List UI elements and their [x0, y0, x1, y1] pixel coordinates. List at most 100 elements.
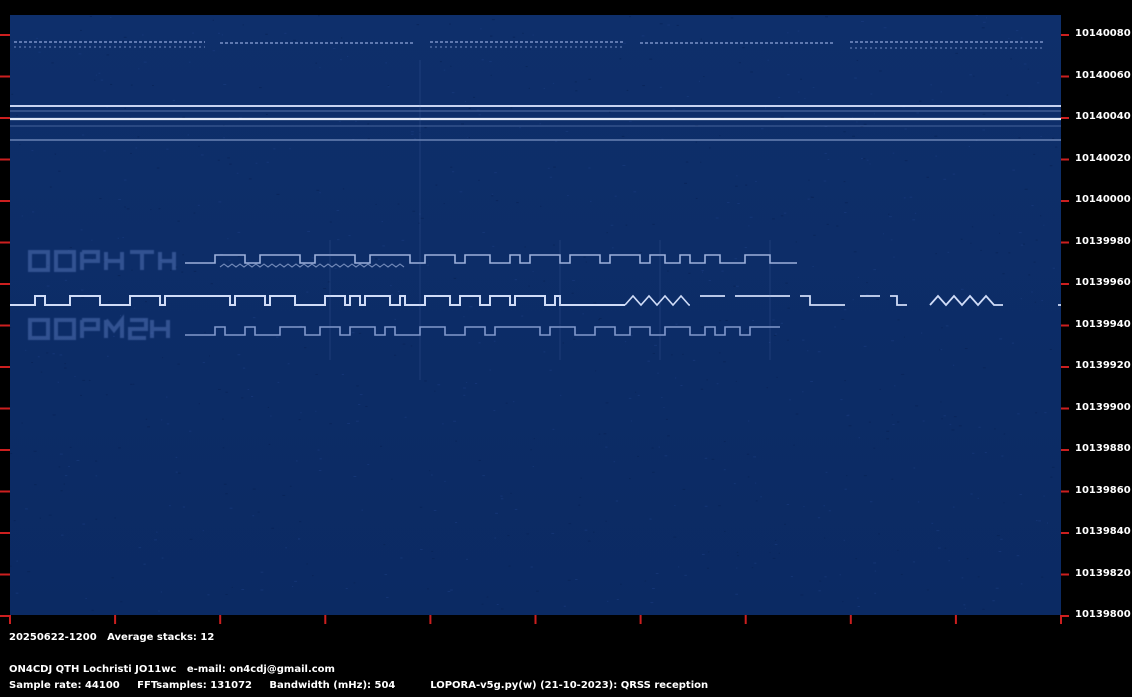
- noise-speckle: [637, 455, 639, 457]
- noise-speckle: [100, 79, 104, 81]
- noise-speckle: [767, 59, 769, 61]
- noise-speckle: [789, 399, 791, 401]
- noise-speckle: [229, 507, 233, 509]
- noise-speckle: [937, 547, 941, 549]
- noise-speckle: [914, 212, 917, 214]
- noise-speckle: [834, 326, 836, 328]
- noise-speckle: [228, 259, 231, 261]
- noise-speckle: [478, 114, 481, 116]
- noise-speckle: [843, 309, 847, 311]
- noise-speckle: [813, 234, 816, 236]
- noise-speckle: [995, 252, 999, 254]
- noise-speckle: [846, 475, 848, 477]
- frequency-tick-label: 10140080: [1075, 28, 1131, 39]
- software-label: LOPORA-v5g.py(w) (21-10-2023): QRSS rece…: [430, 680, 709, 691]
- noise-speckle: [951, 429, 955, 431]
- noise-speckle: [819, 580, 822, 582]
- noise-speckle: [189, 538, 193, 540]
- frequency-tick-label: 10139860: [1075, 484, 1131, 496]
- noise-speckle: [647, 360, 650, 362]
- noise-speckle: [80, 29, 82, 31]
- noise-speckle: [252, 515, 255, 517]
- noise-speckle: [15, 592, 19, 594]
- noise-speckle: [294, 580, 298, 582]
- noise-speckle: [722, 361, 726, 363]
- noise-speckle: [489, 369, 491, 371]
- noise-speckle: [341, 373, 344, 375]
- noise-speckle: [461, 123, 464, 125]
- noise-speckle: [844, 202, 848, 204]
- noise-speckle: [565, 131, 569, 133]
- noise-speckle: [182, 506, 186, 508]
- noise-speckle: [1022, 243, 1025, 245]
- noise-speckle: [818, 590, 821, 592]
- noise-speckle: [420, 217, 424, 219]
- noise-speckle: [431, 550, 434, 552]
- noise-speckle: [1016, 555, 1020, 557]
- noise-speckle: [10, 565, 12, 567]
- noise-speckle: [111, 577, 114, 579]
- noise-speckle: [361, 509, 363, 511]
- noise-speckle: [1050, 476, 1053, 478]
- noise-speckle: [999, 232, 1001, 234]
- noise-speckle: [912, 561, 916, 563]
- noise-speckle: [854, 77, 857, 79]
- noise-speckle: [952, 173, 956, 175]
- noise-speckle: [755, 482, 757, 484]
- noise-speckle: [1031, 291, 1033, 293]
- noise-speckle: [766, 387, 769, 389]
- noise-speckle: [276, 193, 280, 195]
- noise-speckle: [336, 210, 340, 212]
- noise-speckle: [675, 377, 677, 379]
- noise-speckle: [736, 551, 739, 553]
- noise-speckle: [166, 396, 168, 398]
- noise-speckle: [922, 420, 925, 422]
- noise-speckle: [68, 465, 70, 467]
- noise-speckle: [208, 355, 210, 357]
- noise-speckle: [443, 69, 446, 71]
- noise-speckle: [175, 456, 178, 458]
- noise-speckle: [619, 58, 622, 60]
- noise-speckle: [930, 84, 932, 86]
- noise-speckle: [605, 520, 607, 522]
- noise-speckle: [64, 367, 67, 369]
- noise-speckle: [19, 144, 21, 146]
- noise-speckle: [160, 591, 162, 593]
- noise-speckle: [639, 251, 642, 253]
- noise-speckle: [992, 600, 995, 602]
- noise-speckle: [994, 428, 996, 430]
- noise-speckle: [473, 96, 476, 98]
- noise-speckle: [866, 282, 868, 284]
- noise-speckle: [807, 350, 809, 352]
- noise-speckle: [222, 447, 225, 449]
- noise-speckle: [969, 74, 972, 76]
- noise-speckle: [348, 235, 351, 237]
- noise-speckle: [847, 414, 850, 416]
- noise-speckle: [172, 99, 176, 101]
- station-line: ON4CDJ QTH Lochristi JO11wc e-mail: on4c…: [9, 664, 335, 675]
- noise-speckle: [143, 563, 146, 565]
- noise-speckle: [688, 272, 691, 274]
- noise-speckle: [298, 538, 300, 540]
- noise-speckle: [69, 446, 72, 448]
- noise-speckle: [970, 493, 973, 495]
- noise-speckle: [227, 238, 229, 240]
- noise-speckle: [57, 381, 60, 383]
- noise-speckle: [181, 271, 184, 273]
- noise-speckle: [890, 239, 893, 241]
- noise-speckle: [823, 505, 825, 507]
- noise-speckle: [500, 498, 504, 500]
- frequency-tick-label: 10139840: [1075, 526, 1131, 537]
- noise-speckle: [390, 294, 394, 296]
- noise-speckle: [857, 597, 859, 599]
- noise-speckle: [522, 32, 524, 34]
- noise-speckle: [319, 458, 322, 460]
- noise-speckle: [642, 85, 645, 87]
- frequency-tick-label: 10139900: [1075, 401, 1131, 413]
- noise-speckle: [878, 533, 880, 535]
- noise-speckle: [397, 203, 400, 205]
- noise-speckle: [703, 76, 705, 78]
- noise-speckle: [510, 107, 513, 109]
- noise-speckle: [575, 90, 578, 92]
- noise-speckle: [598, 319, 600, 321]
